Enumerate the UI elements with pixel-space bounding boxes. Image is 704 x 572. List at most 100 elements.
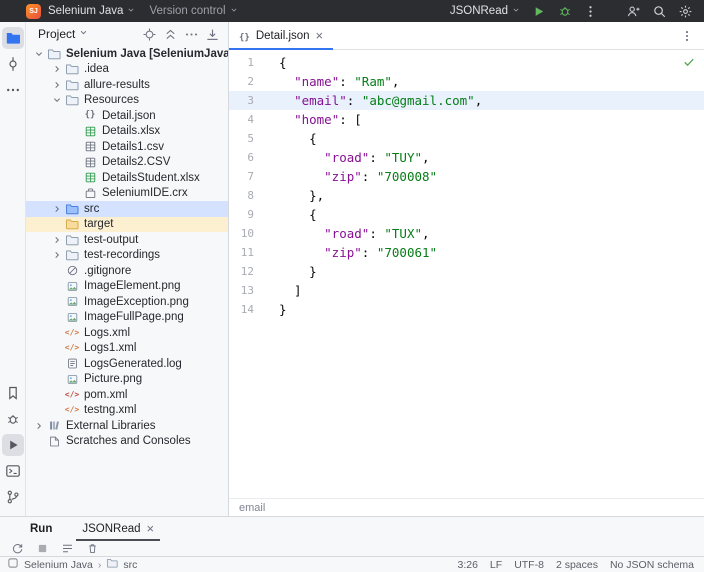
tree-item-pom-xml[interactable]: </>pom.xml [26, 387, 228, 403]
tree-item-idea[interactable]: .idea [26, 62, 228, 78]
bookmarks-tool-button[interactable] [2, 382, 24, 404]
tree-item-logs1-xml[interactable]: </>Logs1.xml [26, 341, 228, 357]
tree-item-imagefullpage-png[interactable]: ImageFullPage.png [26, 310, 228, 326]
tree-item-test-output[interactable]: test-output [26, 232, 228, 248]
tree-item-imageexception-png[interactable]: ImageException.png [26, 294, 228, 310]
line-number: 9 [229, 205, 267, 224]
settings-icon[interactable] [677, 3, 694, 20]
status-3-26[interactable]: 3:26 [457, 559, 477, 571]
chevron-right-icon[interactable] [50, 63, 64, 75]
code-line-5[interactable]: 5 { [229, 129, 704, 148]
tree-item-logs-xml[interactable]: </>Logs.xml [26, 325, 228, 341]
tree-item-external-libraries[interactable]: External Libraries [26, 418, 228, 434]
tree-item-detailsstudent-xlsx[interactable]: DetailsStudent.xlsx [26, 170, 228, 186]
tree-item-scratches-and-consoles[interactable]: Scratches and Consoles [26, 434, 228, 450]
project-window-icon[interactable] [7, 557, 19, 572]
tree-item-details2-csv[interactable]: Details2.CSV [26, 155, 228, 171]
run-tab-jsonread[interactable]: JSONRead × [76, 517, 160, 541]
code-line-1[interactable]: 1{ [229, 53, 704, 72]
tree-item-picture-png[interactable]: Picture.png [26, 372, 228, 388]
code-line-13[interactable]: 13 ] [229, 281, 704, 300]
tree-item-details-xlsx[interactable]: Details.xlsx [26, 124, 228, 140]
chevron-down-icon[interactable] [50, 94, 64, 106]
line-number: 4 [229, 110, 267, 129]
commit-tool-button[interactable] [2, 53, 24, 75]
tree-item-seleniumide-crx[interactable]: SeleniumIDE.crx [26, 186, 228, 202]
tree-item-allure-results[interactable]: allure-results [26, 77, 228, 93]
chevron-right-icon[interactable] [50, 203, 64, 215]
more-actions-icon[interactable] [582, 3, 599, 20]
code-line-14[interactable]: 14} [229, 300, 704, 319]
select-opened-file-icon[interactable] [141, 26, 157, 42]
status-2-spaces[interactable]: 2 spaces [556, 559, 598, 571]
hide-panel-icon[interactable] [204, 26, 220, 42]
chevron-right-icon[interactable] [32, 420, 46, 432]
close-tab-icon[interactable]: × [316, 29, 324, 43]
xml-icon: </> [64, 406, 80, 414]
code-line-12[interactable]: 12 } [229, 262, 704, 281]
tree-item-testng-xml[interactable]: </>testng.xml [26, 403, 228, 419]
run-tool-button[interactable] [2, 434, 24, 456]
tree-item-resources[interactable]: Resources [26, 93, 228, 109]
vcs-widget[interactable]: Version control [149, 5, 238, 18]
tree-item-target[interactable]: target [26, 217, 228, 233]
search-icon[interactable] [651, 3, 668, 20]
project-panel-title[interactable]: Project [38, 27, 75, 41]
collapse-all-icon[interactable] [162, 26, 178, 42]
chevron-right-icon[interactable] [50, 249, 64, 261]
code-line-8[interactable]: 8 }, [229, 186, 704, 205]
tree-item-label: Scratches and Consoles [66, 435, 191, 447]
code-line-11[interactable]: 11 "zip": "700061" [229, 243, 704, 262]
inspections-ok-icon[interactable] [682, 55, 696, 72]
status-lf[interactable]: LF [490, 559, 502, 571]
collaborate-icon[interactable] [625, 3, 642, 20]
json-icon: {} [82, 111, 98, 120]
tree-item-src[interactable]: src [26, 201, 228, 217]
tree-item-detail-json[interactable]: {}Detail.json [26, 108, 228, 124]
clear-output-icon[interactable] [85, 542, 99, 556]
editor-code: 1{2 "name": "Ram",3 "email": "abc@gmail.… [229, 53, 704, 319]
status-project-name[interactable]: Selenium Java [24, 559, 93, 571]
project-widget[interactable]: Selenium Java [48, 5, 136, 18]
code-line-10[interactable]: 10 "road": "TUX", [229, 224, 704, 243]
chevron-down-icon[interactable] [32, 48, 46, 60]
chevron-right-icon[interactable] [50, 79, 64, 91]
tree-item-selenium-java-seleniumjava[interactable]: Selenium Java [SeleniumJava]~/IdeaProj [26, 46, 228, 62]
git-tool-button[interactable] [2, 486, 24, 508]
code-line-2[interactable]: 2 "name": "Ram", [229, 72, 704, 91]
soft-wrap-icon[interactable] [60, 542, 74, 556]
tree-item-imageelement-png[interactable]: ImageElement.png [26, 279, 228, 295]
status-utf-8[interactable]: UTF-8 [514, 559, 544, 571]
stop-icon[interactable] [35, 542, 49, 556]
project-tool-button[interactable] [2, 27, 24, 49]
chevron-down-icon[interactable] [78, 27, 89, 41]
debug-button[interactable] [556, 3, 573, 20]
tree-item-logsgenerated-log[interactable]: LogsGenerated.log [26, 356, 228, 372]
rerun-icon[interactable] [10, 542, 24, 556]
tree-item-gitignore[interactable]: .gitignore [26, 263, 228, 279]
more-tool-button[interactable] [2, 79, 24, 101]
tab-options-icon[interactable] [679, 28, 695, 44]
panel-options-icon[interactable] [183, 26, 199, 42]
app-logo[interactable]: SJ [26, 4, 41, 19]
tree-item-details1-csv[interactable]: Details1.csv [26, 139, 228, 155]
breadcrumb-item[interactable]: email [239, 502, 265, 514]
code-line-7[interactable]: 7 "zip": "700008" [229, 167, 704, 186]
code-line-6[interactable]: 6 "road": "TUY", [229, 148, 704, 167]
code-line-9[interactable]: 9 { [229, 205, 704, 224]
editor[interactable]: 1{2 "name": "Ram",3 "email": "abc@gmail.… [229, 50, 704, 498]
run-config-selector[interactable]: JSONRead [450, 5, 521, 18]
status-path[interactable]: src [123, 559, 137, 571]
status-no-json-schema[interactable]: No JSON schema [610, 559, 694, 571]
debug-tool-button[interactable] [2, 408, 24, 430]
tree-item-test-recordings[interactable]: test-recordings [26, 248, 228, 264]
terminal-tool-button[interactable] [2, 460, 24, 482]
code-line-4[interactable]: 4 "home": [ [229, 110, 704, 129]
chevron-right-icon[interactable] [50, 234, 64, 246]
run-panel-title[interactable]: Run [30, 523, 52, 535]
close-tab-icon[interactable]: × [147, 522, 155, 536]
run-button[interactable] [530, 3, 547, 20]
tab-detail-json[interactable]: {} Detail.json × [229, 22, 333, 49]
folder-icon [64, 78, 80, 92]
code-line-3[interactable]: 3 "email": "abc@gmail.com", [229, 91, 704, 110]
